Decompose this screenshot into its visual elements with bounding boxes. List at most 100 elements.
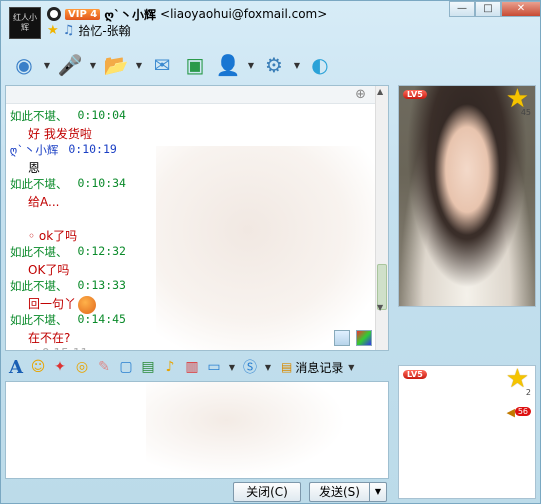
message-time: 0:10:34 xyxy=(77,176,126,190)
contact-star-count: 45 xyxy=(520,108,531,117)
video-call-icon[interactable]: ◉ xyxy=(9,50,39,80)
message-header: 如此不堪、 0:10:04 xyxy=(10,108,370,125)
group-user-icon[interactable]: 👤 xyxy=(213,50,243,80)
message-header: 如此不堪、 0:14:45 xyxy=(10,312,370,329)
message-content: OK了吗 xyxy=(28,263,70,277)
message-sender[interactable]: 如此不堪、 xyxy=(10,278,68,295)
message-text: OK了吗 xyxy=(10,261,370,278)
message-input[interactable] xyxy=(5,381,389,479)
gift-icon[interactable]: ▥ xyxy=(183,358,201,376)
chat-history[interactable]: ⊕ 如此不堪、 0:10:04 好 我发货啦 ღ`丶小辉 0:10:19 恩如此不堪、 0:… xyxy=(5,85,389,351)
soso-dropdown-arrow[interactable]: ▼ xyxy=(263,363,273,372)
volume-badge: 56 xyxy=(514,407,531,416)
message-content: 在不在? xyxy=(28,331,71,345)
settings-dropdown-arrow[interactable]: ▼ xyxy=(292,61,302,70)
message-sender[interactable]: ღ`丶小辉 xyxy=(10,142,58,159)
message-time: 0:10:19 xyxy=(68,142,117,156)
star-icon: ★ xyxy=(47,22,59,38)
chat-scrollbar[interactable]: ▲ ▼ xyxy=(375,86,388,350)
message-text: 回一句丫 xyxy=(10,295,370,314)
microphone-icon[interactable]: 🎤 xyxy=(55,50,85,80)
screenshot-icon[interactable]: ▭ xyxy=(205,358,223,376)
emoji-icon[interactable]: ☺ xyxy=(29,358,47,376)
message-content: 好 我发货啦 xyxy=(28,127,92,141)
message-time: 0:13:33 xyxy=(77,278,126,292)
minimize-button[interactable]: — xyxy=(449,1,475,17)
my-level-badge: LV5 xyxy=(403,370,427,379)
message-content: ✔ 0:15:11 xyxy=(28,346,88,350)
message-header: ღ`丶小辉 0:10:19 xyxy=(10,142,370,159)
music-share-icon[interactable]: ♪ xyxy=(161,358,179,376)
add-app-icon[interactable]: ▣ xyxy=(180,50,210,80)
soso-icon[interactable]: Ⓢ xyxy=(241,358,259,376)
image-icon[interactable]: ▤ xyxy=(139,358,157,376)
chat-info-bar xyxy=(6,86,376,104)
font-icon[interactable]: A xyxy=(7,357,25,378)
contact-level-badge: LV5 xyxy=(403,90,427,99)
message-header: 如此不堪、 0:12:32 xyxy=(10,244,370,261)
signature-line: ★ ♫ 拾忆-张翰 xyxy=(47,22,131,38)
message-sender[interactable]: 如此不堪、 xyxy=(10,108,68,125)
message-time: 0:14:45 xyxy=(77,312,126,326)
zoom-icon[interactable]: ⊕ xyxy=(355,87,366,102)
email-icon[interactable]: ✉ xyxy=(147,50,177,80)
contact-avatar[interactable]: 红人小辉 xyxy=(9,7,41,39)
close-window-button[interactable]: ✕ xyxy=(501,1,540,17)
folder-send-icon[interactable]: 📂 xyxy=(101,50,131,80)
message-text: 好 我发货啦 xyxy=(10,125,370,142)
group-dropdown-arrow[interactable]: ▼ xyxy=(246,61,256,70)
message-record-label: 消息记录 xyxy=(295,360,344,375)
scroll-up-icon[interactable]: ▲ xyxy=(377,87,383,96)
contact-show-photo[interactable]: LV5 ★ 45 xyxy=(398,84,536,307)
my-star-count: 2 xyxy=(525,388,531,397)
screenshot-dropdown-arrow[interactable]: ▼ xyxy=(227,363,237,372)
video-call-dropdown-arrow[interactable]: ▼ xyxy=(42,61,52,70)
settings-icon[interactable]: ⚙ xyxy=(259,50,289,80)
qq-penguin-icon xyxy=(47,7,61,21)
message-record-icon: ▤ xyxy=(281,360,293,374)
message-text: 给A... xyxy=(10,193,370,210)
close-button[interactable]: 关闭(C) xyxy=(233,482,301,502)
message-record-dropdown-arrow[interactable]: ▼ xyxy=(346,363,356,372)
chat-corner-icons xyxy=(334,330,372,346)
message-sender[interactable]: 如此不堪、 xyxy=(10,312,68,329)
title-line: VIP 4 ღ`丶小辉 <liaoyaohui@foxmail.com> xyxy=(47,6,327,22)
speaker-icon[interactable]: ◀ xyxy=(507,406,515,419)
message-content: 恩 xyxy=(28,161,41,175)
chat-window: 红人小辉 VIP 4 ღ`丶小辉 <liaoyaohui@foxmail.com… xyxy=(0,0,541,504)
contact-email: <liaoyaohui@foxmail.com> xyxy=(160,7,328,21)
shake-icon[interactable]: ◎ xyxy=(73,358,91,376)
message-list: 如此不堪、 0:10:04 好 我发货啦 ღ`丶小辉 0:10:19 恩如此不堪、 0:10… xyxy=(10,108,370,350)
send-options-dropdown[interactable]: ▼ xyxy=(369,482,387,502)
message-time: 0:10:04 xyxy=(77,108,126,122)
doodle-icon[interactable]: ▢ xyxy=(117,358,135,376)
maximize-button[interactable]: □ xyxy=(475,1,501,17)
angry-emoji-icon xyxy=(78,295,97,314)
message-text: ✔ 0:15:11 xyxy=(10,346,370,350)
magic-emoji-icon[interactable]: ✦ xyxy=(51,358,69,376)
contact-nickname[interactable]: ღ`丶小辉 xyxy=(104,6,156,23)
message-sender[interactable]: 如此不堪、 xyxy=(10,244,68,261)
format-toolbar: A ☺ ✦ ◎ ✎ ▢ ▤ ♪ ▥ ▭ ▼ Ⓢ ▼ ▤ 消息记录 ▼ xyxy=(5,355,389,379)
message-content: ◦ ok了吗 xyxy=(28,229,78,243)
voice-message-icon[interactable]: ✎ xyxy=(95,358,113,376)
palette-icon[interactable] xyxy=(356,330,372,346)
message-text: ◦ ok了吗 xyxy=(10,227,370,244)
send-button[interactable]: 发送(S) xyxy=(309,482,369,502)
contact-signature: 拾忆-张翰 xyxy=(78,23,131,38)
message-text: 在不在? xyxy=(10,329,370,346)
scroll-down-icon[interactable]: ▼ xyxy=(377,303,383,312)
my-show-photo[interactable]: LV5 ★ 2 ◀ 56 xyxy=(398,364,536,499)
browser-icon[interactable]: ◐ xyxy=(305,50,335,80)
message-sender[interactable]: 如此不堪、 xyxy=(10,176,68,193)
vip-badge: VIP 4 xyxy=(65,8,101,20)
input-background-image xyxy=(146,382,346,478)
message-header: 如此不堪、 0:13:33 xyxy=(10,278,370,295)
message-time: 0:12:32 xyxy=(77,244,126,258)
message-header: 如此不堪、 0:10:34 xyxy=(10,176,370,193)
send-file-dropdown-arrow[interactable]: ▼ xyxy=(134,61,144,70)
message-record-button[interactable]: ▤ 消息记录 ▼ xyxy=(281,359,356,376)
expand-icon[interactable] xyxy=(334,330,350,346)
voice-call-dropdown-arrow[interactable]: ▼ xyxy=(88,61,98,70)
